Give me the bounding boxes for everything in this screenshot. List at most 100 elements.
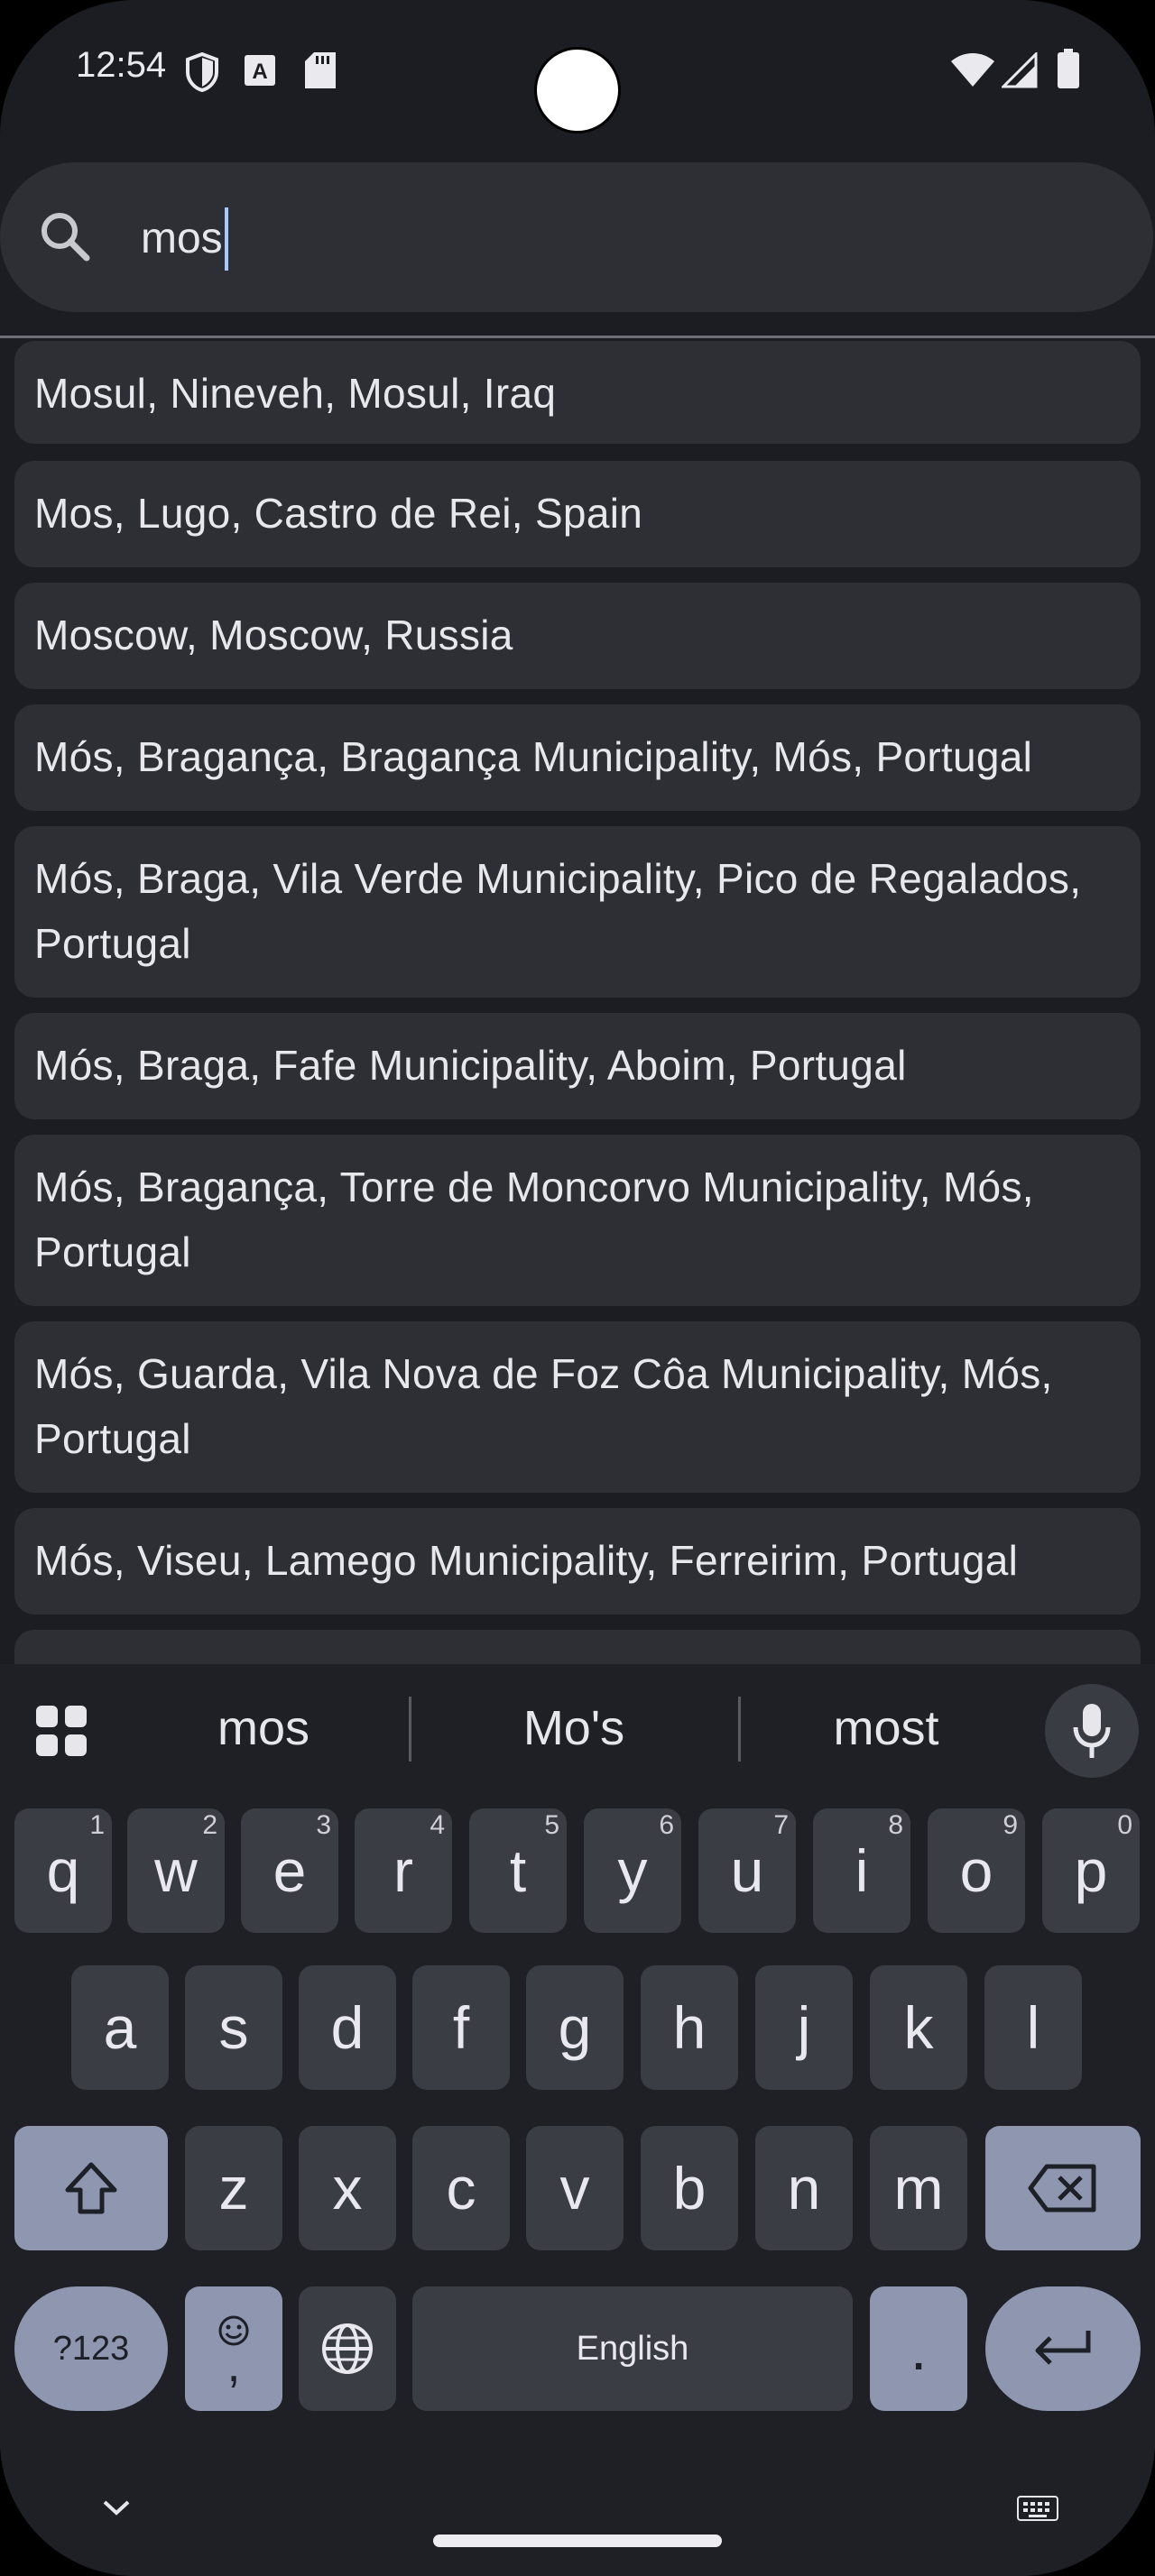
suggestion-3[interactable]: most bbox=[751, 1700, 1021, 1756]
text-cursor bbox=[224, 207, 228, 271]
home-gesture-handle[interactable] bbox=[433, 2535, 722, 2547]
key-h[interactable]: h bbox=[641, 1965, 738, 2090]
key-y[interactable]: y6 bbox=[584, 1808, 681, 1933]
key-a[interactable]: a bbox=[71, 1965, 169, 2090]
key-label: t bbox=[509, 1837, 527, 1904]
result-item[interactable]: Moscow, Moscow, Russia bbox=[14, 583, 1141, 689]
shift-icon bbox=[65, 2162, 117, 2214]
shift-key[interactable] bbox=[14, 2126, 168, 2250]
shield-icon bbox=[186, 52, 218, 92]
key-c[interactable]: c bbox=[412, 2126, 510, 2250]
key-q[interactable]: q1 bbox=[14, 1808, 112, 1933]
emoji-comma-key[interactable]: , bbox=[185, 2286, 282, 2411]
key-t[interactable]: t5 bbox=[469, 1808, 567, 1933]
key-label: i bbox=[855, 1837, 869, 1904]
key-label: w bbox=[154, 1837, 198, 1904]
key-u[interactable]: u7 bbox=[698, 1808, 796, 1933]
key-s[interactable]: s bbox=[185, 1965, 282, 2090]
key-hint: 9 bbox=[1003, 1810, 1018, 1840]
key-label: q bbox=[46, 1837, 80, 1904]
key-hint: 8 bbox=[888, 1810, 903, 1840]
result-item[interactable]: Mosul, Nineveh, Mosul, Iraq bbox=[14, 341, 1141, 444]
enter-key[interactable] bbox=[985, 2286, 1141, 2411]
key-e[interactable]: e3 bbox=[241, 1808, 338, 1933]
key-label: u bbox=[730, 1837, 764, 1904]
search-bar[interactable]: mos bbox=[0, 162, 1153, 312]
sd-card-icon bbox=[305, 52, 336, 88]
microphone-icon bbox=[1073, 1704, 1111, 1758]
key-label: p bbox=[1074, 1837, 1108, 1904]
backspace-icon bbox=[1028, 2164, 1096, 2213]
result-item[interactable]: Mós, Viseu, Lamego Municipality, Ferreir… bbox=[14, 1508, 1141, 1615]
keyboard: mos Mo's most q1 w2 e3 r4 t5 y6 u7 i8 o9… bbox=[0, 1664, 1155, 2576]
search-divider bbox=[0, 336, 1155, 338]
key-label: e bbox=[273, 1837, 307, 1904]
key-z[interactable]: z bbox=[185, 2126, 282, 2250]
enter-icon bbox=[1035, 2331, 1091, 2365]
space-bar[interactable]: English bbox=[412, 2286, 853, 2411]
key-hint: 6 bbox=[659, 1810, 674, 1840]
suggestion-separator bbox=[738, 1697, 741, 1762]
wifi-icon bbox=[951, 53, 994, 87]
key-p[interactable]: p0 bbox=[1042, 1808, 1140, 1933]
key-r[interactable]: r4 bbox=[355, 1808, 452, 1933]
key-o[interactable]: o9 bbox=[928, 1808, 1025, 1933]
key-m[interactable]: m bbox=[870, 2126, 967, 2250]
key-n[interactable]: n bbox=[755, 2126, 853, 2250]
hide-keyboard-icon[interactable] bbox=[101, 2498, 132, 2518]
key-hint: 7 bbox=[773, 1810, 789, 1840]
key-d[interactable]: d bbox=[299, 1965, 396, 2090]
backspace-key[interactable] bbox=[985, 2126, 1141, 2250]
suggestion-strip: mos Mo's most bbox=[0, 1664, 1155, 1790]
key-hint: 2 bbox=[202, 1810, 217, 1840]
svg-text:A: A bbox=[252, 60, 267, 84]
search-icon[interactable] bbox=[36, 207, 94, 265]
key-hint: 3 bbox=[316, 1810, 331, 1840]
key-w[interactable]: w2 bbox=[127, 1808, 225, 1933]
suggestion-1[interactable]: mos bbox=[128, 1700, 399, 1756]
key-f[interactable]: f bbox=[412, 1965, 510, 2090]
keyboard-switch-icon[interactable] bbox=[1016, 2495, 1059, 2522]
signal-icon bbox=[1002, 52, 1038, 88]
key-l[interactable]: l bbox=[984, 1965, 1082, 2090]
front-camera bbox=[534, 47, 621, 133]
key-label: r bbox=[393, 1837, 413, 1904]
font-icon: A bbox=[245, 55, 275, 86]
phone-screen: 12:54 A mos Mosul, Nineveh, Mosul, Iraq … bbox=[0, 0, 1155, 2576]
key-hint: 5 bbox=[544, 1810, 559, 1840]
voice-input-button[interactable] bbox=[1045, 1684, 1139, 1778]
result-item[interactable]: Mos, Lugo, Castro de Rei, Spain bbox=[14, 461, 1141, 567]
key-i[interactable]: i8 bbox=[813, 1808, 910, 1933]
key-label: o bbox=[959, 1837, 993, 1904]
result-item[interactable]: Mós, Braga, Vila Verde Municipality, Pic… bbox=[14, 826, 1141, 998]
suggestion-separator bbox=[409, 1697, 411, 1762]
battery-icon bbox=[1058, 49, 1079, 88]
symbols-key[interactable]: ?123 bbox=[14, 2286, 168, 2411]
result-item[interactable]: Mós, Viseu, Santa Comba Municipality, Po… bbox=[14, 1630, 1141, 1664]
apps-grid-icon[interactable] bbox=[34, 1704, 88, 1758]
key-b[interactable]: b bbox=[641, 2126, 738, 2250]
key-j[interactable]: j bbox=[755, 1965, 853, 2090]
key-k[interactable]: k bbox=[870, 1965, 967, 2090]
search-input[interactable]: mos bbox=[141, 207, 228, 271]
period-key[interactable]: . bbox=[870, 2286, 967, 2411]
result-item[interactable]: Mós, Bragança, Torre de Moncorvo Municip… bbox=[14, 1135, 1141, 1306]
results-list: Mosul, Nineveh, Mosul, Iraq Mos, Lugo, C… bbox=[0, 341, 1155, 1664]
suggestion-2[interactable]: Mo's bbox=[439, 1700, 709, 1756]
result-item[interactable]: Mós, Guarda, Vila Nova de Foz Côa Munici… bbox=[14, 1321, 1141, 1493]
result-item[interactable]: Mós, Braga, Fafe Municipality, Aboim, Po… bbox=[14, 1013, 1141, 1119]
status-bar: 12:54 A bbox=[0, 0, 1155, 144]
key-hint: 1 bbox=[89, 1810, 105, 1840]
key-hint: 0 bbox=[1117, 1810, 1132, 1840]
key-hint: 4 bbox=[430, 1810, 445, 1840]
key-v[interactable]: v bbox=[526, 2126, 624, 2250]
key-label: y bbox=[617, 1837, 648, 1904]
key-g[interactable]: g bbox=[526, 1965, 624, 2090]
comma-label: , bbox=[226, 2338, 241, 2392]
language-key[interactable] bbox=[299, 2286, 396, 2411]
search-input-value: mos bbox=[141, 215, 223, 262]
result-item[interactable]: Mós, Bragança, Bragança Municipality, Mó… bbox=[14, 704, 1141, 811]
key-x[interactable]: x bbox=[299, 2126, 396, 2250]
globe-icon bbox=[322, 2323, 373, 2374]
status-time: 12:54 bbox=[76, 45, 167, 85]
